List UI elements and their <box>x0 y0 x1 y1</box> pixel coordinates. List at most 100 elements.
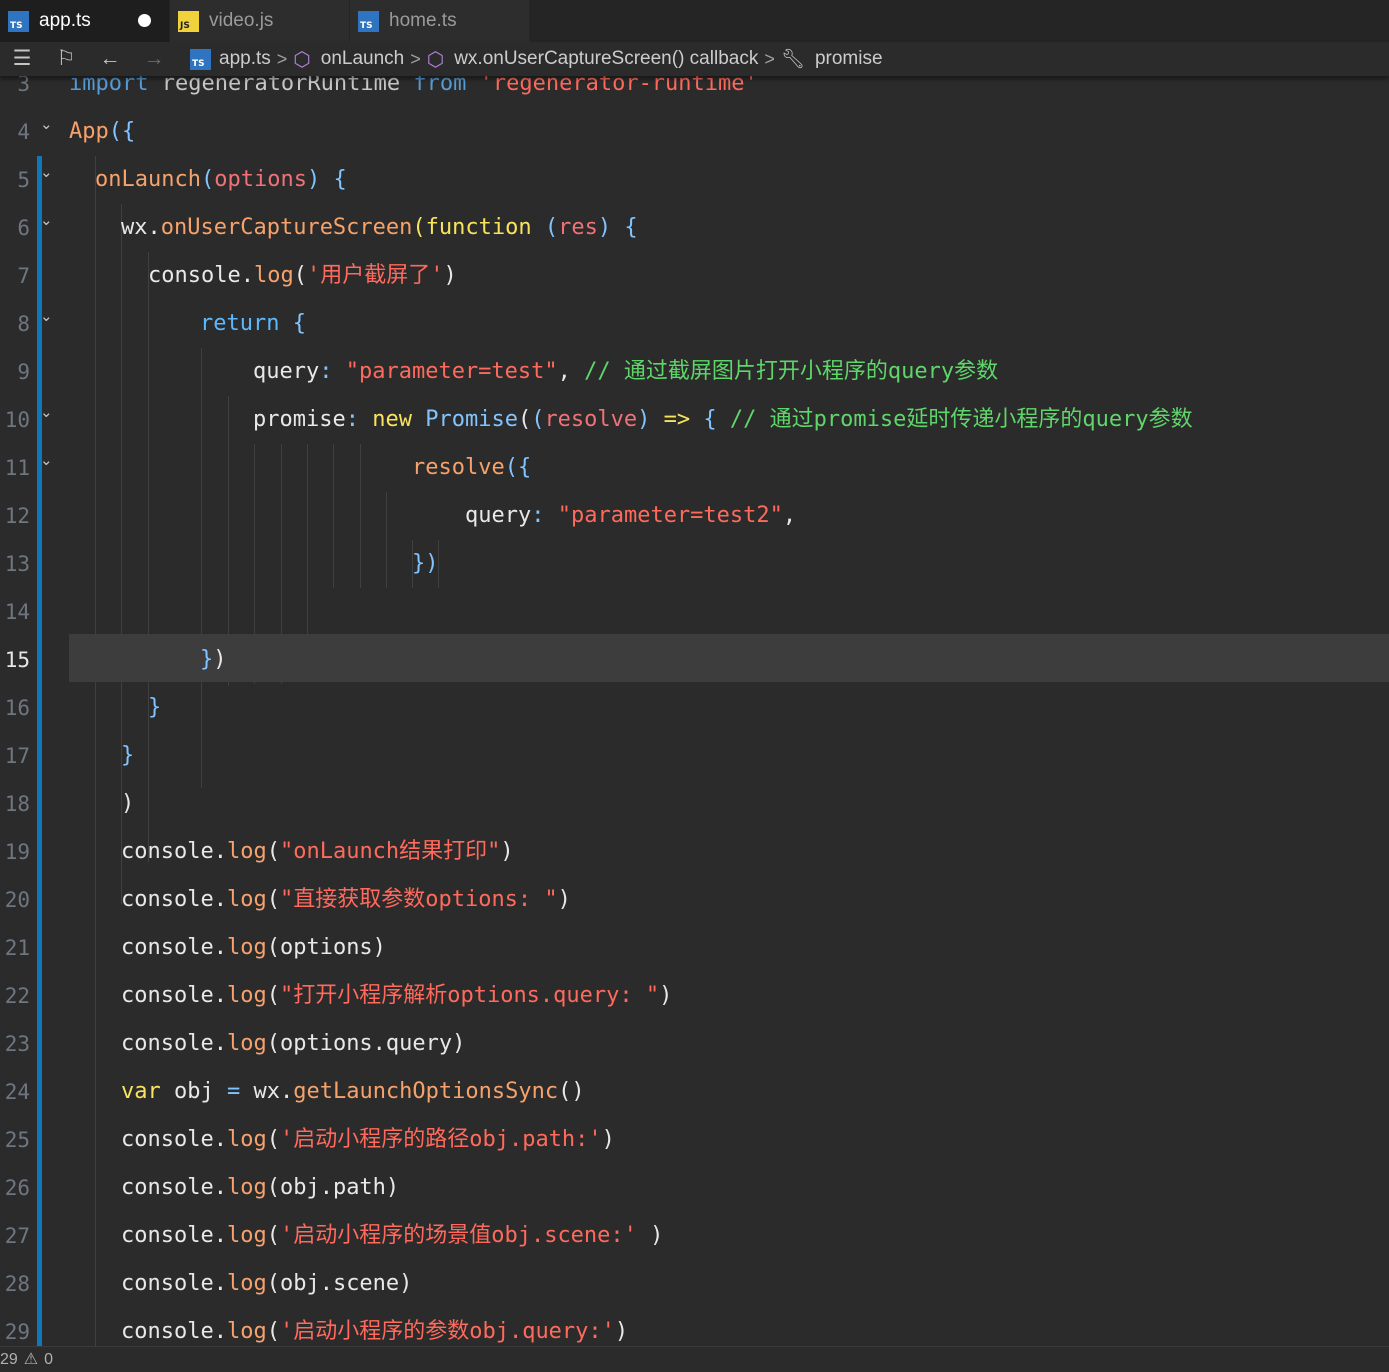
fold-chevron-icon[interactable]: ⌄ <box>40 292 53 340</box>
code-token: { <box>292 311 306 336</box>
code-text: console.log(options.query) <box>121 1020 465 1068</box>
code-token: query <box>253 359 320 384</box>
code-token: ) <box>614 1319 629 1344</box>
code-text: console.log("打开小程序解析options.query: ") <box>121 972 672 1020</box>
code-token: '启动小程序的路径obj.path:' <box>279 1127 602 1152</box>
warning-count[interactable]: 0 <box>44 1348 53 1372</box>
code-line[interactable]: 6 ⌄ wx.onUserCaptureScreen(function (res) … <box>0 204 1389 252</box>
line-number: 4 <box>17 120 30 144</box>
code-token: onLaunch <box>95 167 201 192</box>
code-token: console. <box>121 1223 227 1248</box>
code-text: console.log("直接获取参数options: ") <box>121 876 571 924</box>
vscode-window: TS app.ts JS video.js TS home.ts ☰ ⚐ ← →… <box>0 0 1389 1372</box>
code-token: log <box>226 887 267 912</box>
code-token: console. <box>148 263 254 288</box>
code-line[interactable]: 28 console.log(obj.scene) <box>0 1260 1389 1308</box>
code-line[interactable]: 20 console.log("直接获取参数options: ") <box>0 876 1389 924</box>
tab-home-ts[interactable]: TS home.ts <box>350 0 530 42</box>
fold-chevron-icon[interactable]: ⌄ <box>40 388 53 436</box>
code-token: ( <box>517 407 532 432</box>
code-token: ( <box>412 215 426 240</box>
line-number: 6 <box>17 216 30 240</box>
breadcrumb-callback[interactable]: wx.onUserCaptureScreen() callback <box>454 48 758 70</box>
code-line[interactable]: 19 console.log("onLaunch结果打印") <box>0 828 1389 876</box>
code-line[interactable]: 13}) <box>0 540 1389 588</box>
code-line[interactable]: 23 console.log(options.query) <box>0 1020 1389 1068</box>
code-line[interactable]: 15}) <box>0 636 1389 684</box>
bookmark-icon[interactable]: ⚐ <box>44 42 88 76</box>
breadcrumb-file[interactable]: app.ts <box>219 48 271 70</box>
forward-arrow-icon[interactable]: → <box>132 42 176 76</box>
code-token: } <box>148 695 162 720</box>
code-line[interactable]: 22 console.log("打开小程序解析options.query: ") <box>0 972 1389 1020</box>
code-line[interactable]: 7 console.log('用户截屏了') <box>0 252 1389 300</box>
line-number: 7 <box>17 264 30 288</box>
code-line[interactable]: 10 ⌄ promise: new Promise((resolve) => { /… <box>0 396 1389 444</box>
js-file-icon: JS <box>178 10 199 32</box>
outline-list-icon[interactable]: ☰ <box>0 42 44 76</box>
code-token: ( <box>544 215 559 240</box>
line-number: 11 <box>4 456 30 480</box>
code-token: '启动小程序的参数obj.query:' <box>279 1319 615 1344</box>
code-token: promise <box>253 407 346 432</box>
code-token: "onLaunch结果打印" <box>279 839 501 864</box>
code-line[interactable]: 8 ⌄ return { <box>0 300 1389 348</box>
tab-video-js[interactable]: JS video.js <box>170 0 350 42</box>
code-token: function <box>425 215 532 240</box>
code-token: ( <box>200 167 215 192</box>
code-token: } <box>200 647 214 672</box>
fold-chevron-icon[interactable]: ⌄ <box>40 436 53 484</box>
code-token: () <box>558 1079 585 1104</box>
code-token: ) <box>500 839 514 864</box>
breadcrumb-promise[interactable]: promise <box>815 48 883 70</box>
code-line[interactable]: 24 var obj = wx.getLaunchOptionsSync() <box>0 1068 1389 1116</box>
code-token: log <box>226 1271 267 1296</box>
code-line[interactable]: 25 console.log('启动小程序的路径obj.path:') <box>0 1116 1389 1164</box>
code-line[interactable]: 14 <box>0 588 1389 636</box>
fold-chevron-icon[interactable]: ⌄ <box>40 148 53 196</box>
code-text: promise: new Promise((resolve) => { // 通… <box>253 396 1193 444</box>
error-count[interactable]: 29 <box>0 1348 18 1372</box>
fold-chevron-icon[interactable]: ⌄ <box>40 100 53 148</box>
code-line[interactable]: 12 query: "parameter=test2", <box>0 492 1389 540</box>
code-token: onUserCaptureScreen <box>160 215 413 240</box>
code-token: log <box>226 1319 267 1344</box>
code-token: console. <box>121 1031 227 1056</box>
code-token: log <box>226 1175 267 1200</box>
code-line[interactable]: 26 console.log(obj.path) <box>0 1164 1389 1212</box>
code-editor[interactable]: 3 import regeneratorRuntime from 'regener… <box>0 76 1389 1346</box>
fold-chevron-icon[interactable]: ⌄ <box>40 196 53 244</box>
code-line[interactable]: 16} <box>0 684 1389 732</box>
code-line[interactable]: 18) <box>0 780 1389 828</box>
code-text: ) <box>121 780 134 828</box>
code-token: resolve <box>544 407 638 432</box>
code-line[interactable]: 29 console.log('启动小程序的参数obj.query:') <box>0 1308 1389 1346</box>
code-token: ) <box>557 887 571 912</box>
tab-app-ts[interactable]: TS app.ts <box>0 0 170 42</box>
code-line[interactable]: 11 ⌄ resolve({ <box>0 444 1389 492</box>
line-number: 15 <box>4 648 30 672</box>
tab-label: home.ts <box>389 10 457 31</box>
code-token: console. <box>121 1127 227 1152</box>
code-line[interactable]: 4 ⌄ App({ <box>0 108 1389 156</box>
line-number: 8 <box>17 312 30 336</box>
code-line[interactable]: 9 query: "parameter=test", // 通过截屏图片打开小程序… <box>0 348 1389 396</box>
code-token: : <box>531 503 545 528</box>
code-line[interactable]: 17} <box>0 732 1389 780</box>
code-line[interactable]: 21 console.log(options) <box>0 924 1389 972</box>
unsaved-dot-icon[interactable] <box>138 14 151 27</box>
line-number: 20 <box>4 888 30 912</box>
code-line[interactable]: 3 import regeneratorRuntime from 'regener… <box>0 76 1389 108</box>
code-line[interactable]: 27 console.log('启动小程序的场景值obj.scene:' ) <box>0 1212 1389 1260</box>
breadcrumb-onlaunch[interactable]: onLaunch <box>321 48 404 70</box>
code-line[interactable]: 5 ⌄ onLaunch(options) { <box>0 156 1389 204</box>
back-arrow-icon[interactable]: ← <box>88 42 132 76</box>
code-token: ) <box>659 983 673 1008</box>
code-text: console.log('启动小程序的参数obj.query:') <box>121 1308 628 1346</box>
chevron-right-icon: > <box>276 48 288 69</box>
